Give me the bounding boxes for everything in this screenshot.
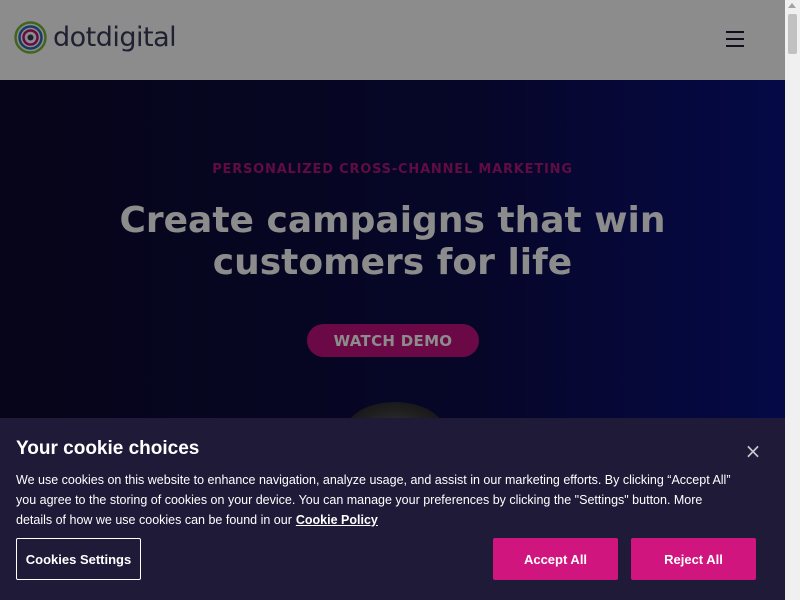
reject-all-button[interactable]: Reject All xyxy=(631,538,756,580)
cookie-banner-text: We use cookies on this website to enhanc… xyxy=(16,470,736,530)
scrollbar-thumb[interactable] xyxy=(788,14,797,54)
cookie-policy-link[interactable]: Cookie Policy xyxy=(296,513,378,527)
cookie-banner-title: Your cookie choices xyxy=(16,438,200,459)
cookie-banner: Your cookie choices × We use cookies on … xyxy=(0,418,785,600)
cookies-settings-button[interactable]: Cookies Settings xyxy=(16,538,141,580)
close-icon[interactable]: × xyxy=(744,441,762,461)
scroll-up-arrow-icon[interactable] xyxy=(788,3,796,8)
page: dotdigital PERSONALIZED CROSS-CHANNEL MA… xyxy=(0,0,800,600)
page-scrollbar[interactable] xyxy=(785,0,800,600)
accept-all-button[interactable]: Accept All xyxy=(493,538,618,580)
